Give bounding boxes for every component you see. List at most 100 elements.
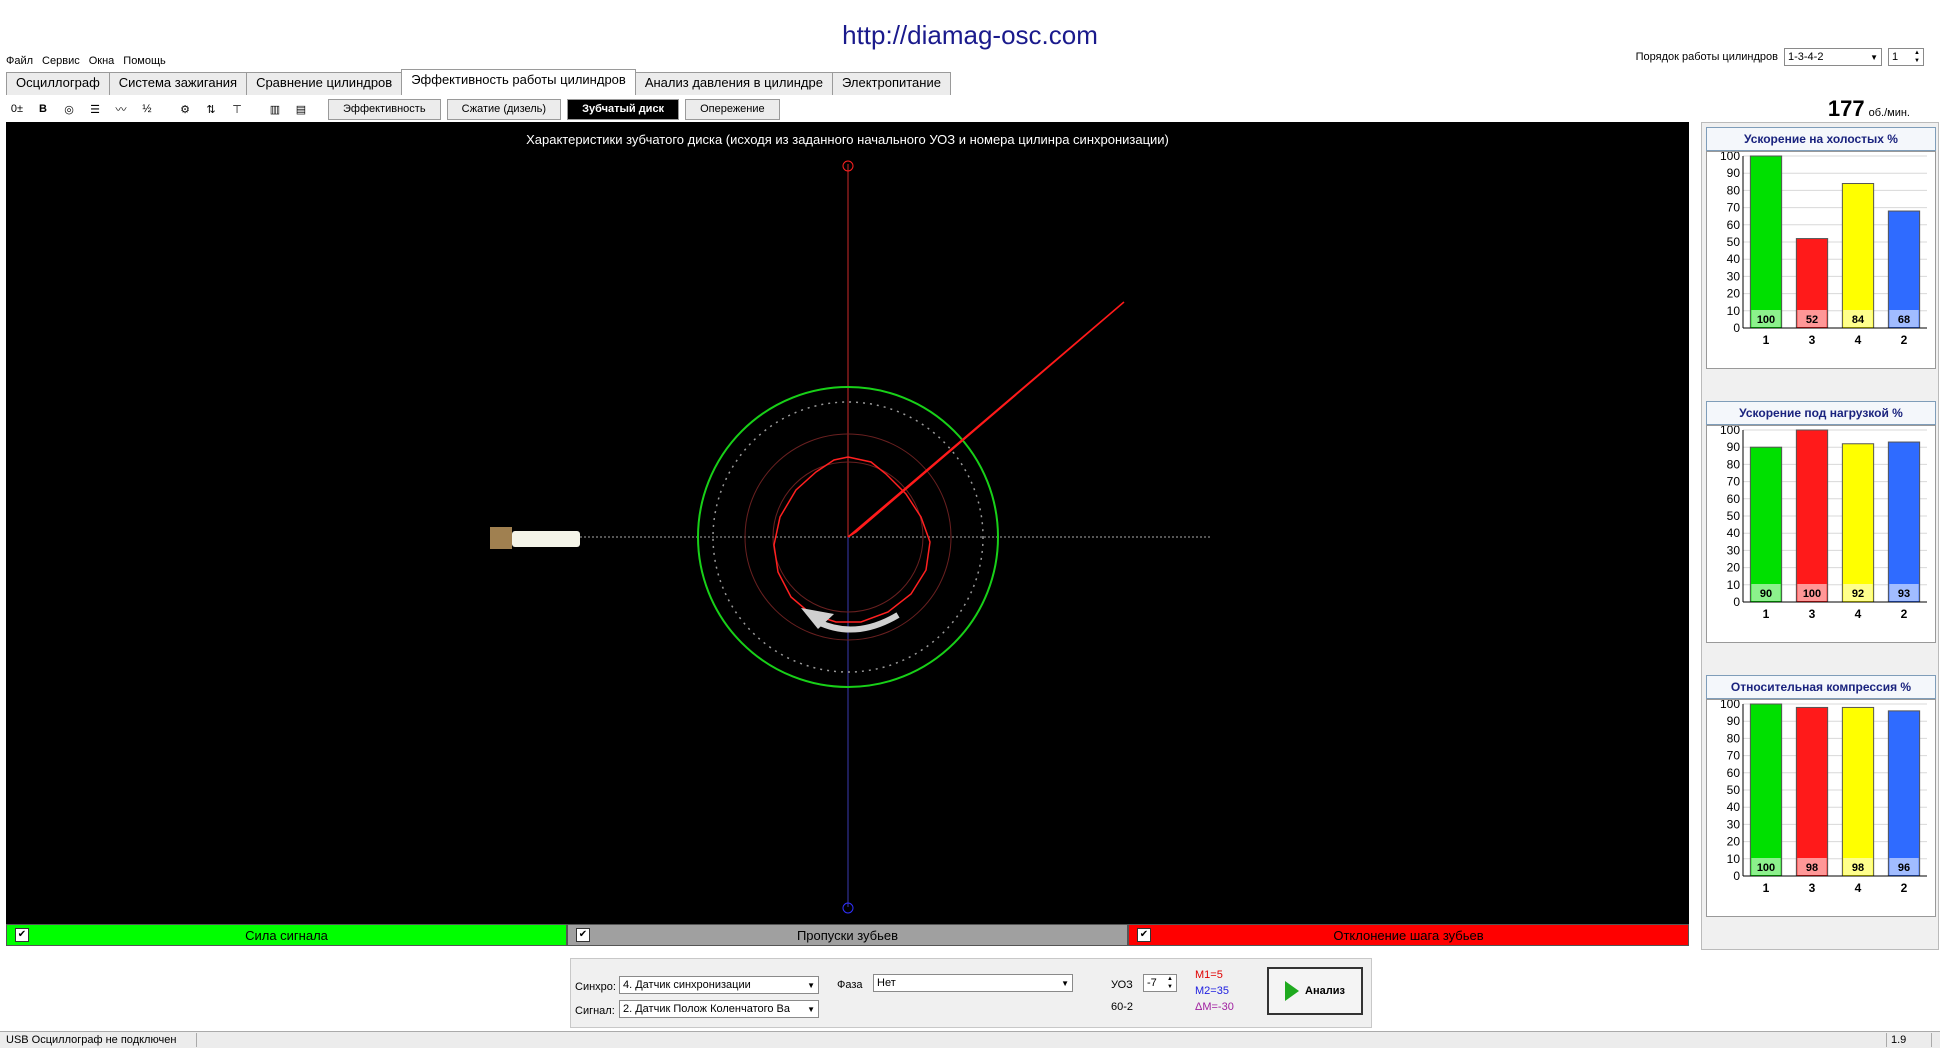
sync-label: Синхро:	[575, 981, 616, 993]
cylinder-order-label: Порядок работы цилиндров	[1635, 51, 1778, 63]
missing-teeth-toggle[interactable]: ✔ Пропуски зубьев	[567, 924, 1128, 946]
y-tick-label: 10	[1727, 304, 1741, 318]
bar-value-label: 100	[1757, 862, 1775, 874]
sort-icon[interactable]: ⇅	[200, 98, 222, 120]
bar-value-label: 98	[1852, 862, 1864, 874]
graph-icon[interactable]: 〰	[110, 98, 132, 120]
tab-oscillograph[interactable]: Осциллограф	[6, 72, 110, 95]
bar-value-label: 98	[1806, 862, 1818, 874]
rpm-icon[interactable]: ◎	[58, 98, 80, 120]
chart-title-idle: Ускорение на холостых %	[1706, 127, 1936, 151]
separator	[316, 98, 324, 120]
menu-file[interactable]: Файл	[6, 55, 33, 67]
chart-load-acceleration: 100 90 80 70 60 50 40 30 20 10 0 90 1 100 3 92 4 93 2	[1706, 423, 1936, 643]
fraction-icon[interactable]: ½	[136, 98, 158, 120]
chart-icon[interactable]: ▤	[290, 98, 312, 120]
bar	[1749, 446, 1783, 603]
signal-strength-toggle[interactable]: ✔ Сила сигнала	[6, 924, 567, 946]
uoz-label: УОЗ	[1111, 979, 1133, 991]
menu-service[interactable]: Сервис	[42, 55, 80, 67]
phase-label: Фаза	[837, 979, 863, 991]
bar-value-label: 90	[1760, 588, 1772, 600]
sync-select[interactable]: 4. Датчик синхронизации ▼	[619, 976, 819, 994]
y-tick-label: 70	[1727, 749, 1741, 763]
sensor-tip	[512, 531, 580, 547]
checkbox-icon[interactable]: ✔	[15, 928, 29, 942]
y-tick-label: 40	[1727, 800, 1741, 814]
uoz-spinner[interactable]: -7 ▲ ▼	[1143, 974, 1177, 992]
bar-value-label: 92	[1852, 588, 1864, 600]
missing-teeth-label: Пропуски зубьев	[796, 927, 899, 943]
bar-value-label: 52	[1806, 314, 1818, 326]
y-tick-label: 80	[1727, 457, 1741, 471]
tooth-deviation-toggle[interactable]: ✔ Отклонение шага зубьев	[1128, 924, 1689, 946]
bars-icon[interactable]: ▥	[264, 98, 286, 120]
bold-icon[interactable]: B	[32, 98, 54, 120]
cylinder-number-spinner[interactable]: 1 ▲ ▼	[1888, 48, 1924, 66]
y-tick-label: 0	[1733, 321, 1740, 335]
scope-area[interactable]: Характеристики зубчатого диска (исходя и…	[6, 122, 1689, 924]
y-tick-label: 60	[1727, 492, 1741, 506]
bar	[1841, 183, 1875, 329]
status-bar: USB Осциллограф не подключен 1.9	[0, 1031, 1940, 1048]
y-tick-label: 30	[1727, 817, 1741, 831]
charts-panel: Ускорение на холостых % 100 90 80 70 60 50 40 3…	[1701, 122, 1939, 950]
analyze-button[interactable]: Анализ	[1267, 967, 1363, 1015]
menu-bar: Файл Сервис Окна Помощь	[6, 52, 166, 70]
category-label: 2	[1901, 881, 1908, 895]
bar-value-label: 68	[1898, 314, 1910, 326]
marker-delta: ΔM=-30	[1195, 1001, 1234, 1013]
signal-select[interactable]: 2. Датчик Полож Коленчатого Ва ▼	[619, 1000, 819, 1018]
bar-value-label: 93	[1898, 588, 1910, 600]
category-label: 4	[1855, 333, 1862, 347]
y-tick-label: 0	[1733, 595, 1740, 609]
status-connection: USB Осциллограф не подключен	[2, 1033, 197, 1047]
tab-cylinder-efficiency[interactable]: Эффективность работы цилиндров	[401, 69, 636, 95]
network-icon[interactable]: ⚙	[174, 98, 196, 120]
y-tick-label: 100	[1720, 426, 1740, 437]
phase-select[interactable]: Нет ▼	[873, 974, 1073, 992]
bar	[1841, 706, 1875, 877]
subtab-advance[interactable]: Опережение	[685, 98, 780, 120]
bar	[1749, 703, 1783, 877]
y-tick-label: 30	[1727, 543, 1741, 557]
category-label: 1	[1763, 881, 1770, 895]
checkbox-icon[interactable]: ✔	[1137, 928, 1151, 942]
y-tick-label: 60	[1727, 766, 1741, 780]
bar-value-label: 100	[1803, 588, 1821, 600]
rpm-readout: 177 об./мин.	[1828, 96, 1910, 122]
disk-type: 60-2	[1111, 1001, 1134, 1013]
tab-cylinder-compare[interactable]: Сравнение цилиндров	[246, 72, 403, 95]
menu-windows[interactable]: Окна	[89, 55, 115, 67]
tab-ignition[interactable]: Система зажигания	[108, 72, 248, 95]
checkbox-icon[interactable]: ✔	[576, 928, 590, 942]
y-tick-label: 70	[1727, 475, 1741, 489]
bar-value-label: 84	[1852, 314, 1865, 326]
y-tick-label: 10	[1727, 578, 1741, 592]
subtab-toothed-disk[interactable]: Зубчатый диск	[567, 98, 680, 120]
category-label: 1	[1763, 333, 1770, 347]
category-label: 2	[1901, 333, 1908, 347]
main-tabs: Осциллограф Система зажигания Сравнение …	[6, 69, 951, 95]
list-icon[interactable]: ☰	[84, 98, 106, 120]
menu-help[interactable]: Помощь	[123, 55, 166, 67]
spin-arrows-icon: ▲ ▼	[1167, 976, 1173, 990]
zoom-icon[interactable]: 0±	[6, 98, 28, 120]
y-tick-label: 90	[1727, 166, 1741, 180]
cylinder-order-select[interactable]: 1-3-4-2 ▼	[1784, 48, 1882, 66]
tab-pressure-analysis[interactable]: Анализ давления в цилиндре	[634, 72, 833, 95]
subtab-compression-diesel[interactable]: Сжатие (дизель)	[446, 98, 562, 120]
tab-power[interactable]: Электропитание	[831, 72, 951, 95]
signal-strength-label: Сила сигнала	[245, 927, 328, 943]
chart-title-compression: Относительная компрессия %	[1706, 675, 1936, 699]
category-label: 2	[1901, 607, 1908, 621]
chevron-down-icon: ▼	[1870, 52, 1878, 62]
y-tick-label: 100	[1720, 152, 1740, 163]
subtab-efficiency[interactable]: Эффективность	[328, 98, 441, 120]
y-tick-label: 70	[1727, 201, 1741, 215]
y-tick-label: 60	[1727, 218, 1741, 232]
chart-idle-acceleration: 100 90 80 70 60 50 40 30 20 10 0 100 1 52 3 84 4 68 2	[1706, 149, 1936, 369]
sync-value: 4. Датчик синхронизации	[623, 979, 751, 991]
y-tick-label: 0	[1733, 869, 1740, 883]
markers-icon[interactable]: ⊤	[226, 98, 248, 120]
